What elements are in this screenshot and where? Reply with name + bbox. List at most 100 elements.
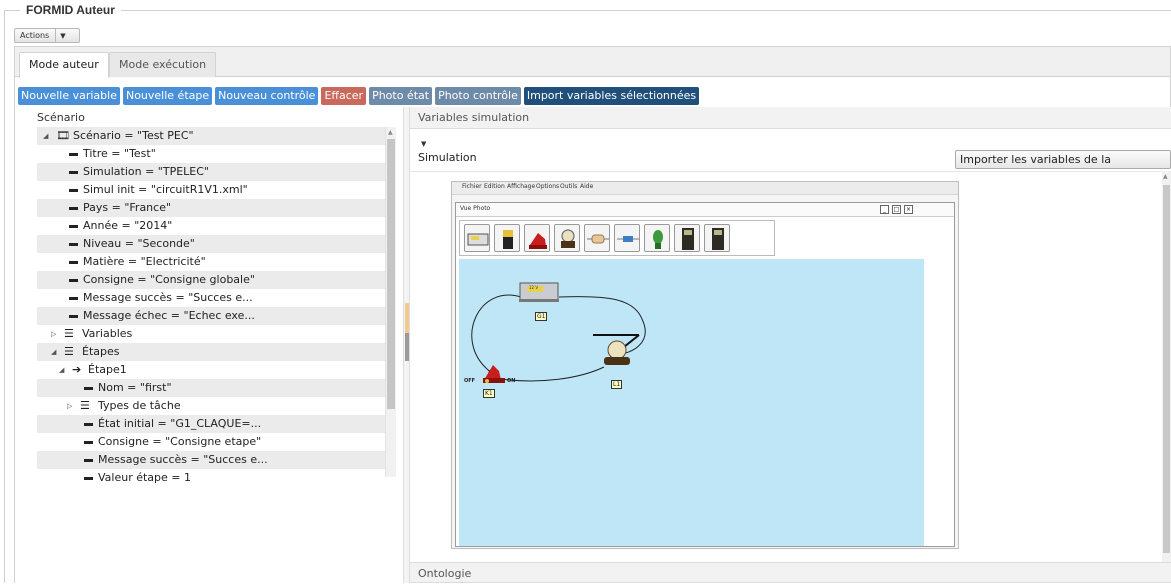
tree-node-property[interactable]: Simul init = "circuitR1V1.xml": [37, 181, 385, 199]
lamp-l1[interactable]: [601, 339, 633, 369]
tree-node-property[interactable]: Année = "2014": [37, 217, 385, 235]
property-dash-icon: [69, 297, 78, 300]
tree-node-label: Simul init = "circuitR1V1.xml": [83, 183, 248, 196]
photo-state-button[interactable]: Photo état: [369, 87, 433, 105]
generator-readout: 12 V: [529, 285, 539, 290]
tree-node-label: Étape1: [88, 363, 127, 376]
led-icon[interactable]: [644, 224, 670, 252]
tree-node-task-types[interactable]: ▷ ☰ Types de tâche: [37, 397, 385, 415]
menu-aide[interactable]: Aide: [580, 183, 593, 190]
expanded-triangle-icon[interactable]: ◢: [59, 361, 64, 379]
switch-off-label: OFF: [464, 378, 476, 384]
panel-splitter[interactable]: [403, 107, 410, 583]
lamp-icon[interactable]: [554, 224, 580, 252]
generator-g1[interactable]: 12 V: [519, 279, 559, 303]
simulation-area: Fichier Edition Affichage Options Outils…: [410, 171, 1162, 583]
property-dash-icon: [84, 387, 93, 390]
property-dash-icon: [69, 207, 78, 210]
tree-node-property[interactable]: État initial = "G1_CLAQUE=...: [37, 415, 385, 433]
collapsed-triangle-icon[interactable]: ▷: [67, 397, 72, 415]
menu-edition[interactable]: Edition: [484, 183, 505, 190]
toolbar: Nouvelle variable Nouvelle étape Nouveau…: [18, 87, 700, 105]
tree-node-label: Pays = "France": [83, 201, 172, 214]
expanded-triangle-icon[interactable]: ◢: [43, 127, 48, 145]
app-title: FORMID Auteur: [20, 3, 121, 17]
tree-node-label: Variables: [82, 327, 133, 340]
collapsed-triangle-icon[interactable]: ▷: [51, 325, 56, 343]
menu-affichage[interactable]: Affichage: [507, 183, 535, 190]
tree-node-label: Consigne = "Consigne globale": [83, 273, 255, 286]
property-dash-icon: [84, 441, 93, 444]
scroll-up-icon[interactable]: ▲: [388, 129, 393, 136]
scenario-scrollbar[interactable]: ▲: [385, 127, 396, 477]
scroll-up-icon[interactable]: ▲: [1163, 173, 1168, 180]
minimize-icon[interactable]: _: [880, 205, 889, 214]
tree-node-label: Consigne = "Consigne etape": [98, 435, 262, 448]
collapse-arrow-icon[interactable]: ▼: [421, 140, 426, 148]
menu-fichier[interactable]: Fichier: [462, 183, 482, 190]
tree-node-property[interactable]: Valeur étape = 1: [37, 469, 385, 484]
tree-node-property[interactable]: Matière = "Electricité": [37, 253, 385, 271]
delete-button[interactable]: Effacer: [321, 87, 367, 105]
actions-label: Actions: [20, 31, 50, 40]
tab-mode-execution[interactable]: Mode exécution: [109, 52, 217, 77]
multimeter-icon[interactable]: [674, 224, 700, 252]
tree-node-label: Types de tâche: [98, 399, 181, 412]
tree-node-label: Message succès = "Succes e...: [83, 291, 253, 304]
tree-node-label: Niveau = "Seconde": [83, 237, 195, 250]
tree-node-property[interactable]: Nom = "first": [37, 379, 385, 397]
new-variable-button[interactable]: Nouvelle variable: [18, 87, 120, 105]
variables-simulation-header[interactable]: Variables simulation: [410, 107, 1171, 129]
import-selected-variables-button[interactable]: Import variables sélectionnées: [523, 87, 700, 105]
tree-node-label: Message succès = "Succes e...: [98, 453, 268, 466]
splitter-grip[interactable]: [405, 333, 409, 361]
expanded-triangle-icon[interactable]: ◢: [51, 343, 56, 361]
tree-node-property[interactable]: Simulation = "TPELEC": [37, 163, 385, 181]
switch-k1[interactable]: [481, 360, 507, 384]
ontologie-header[interactable]: Ontologie: [410, 562, 1171, 583]
scrollbar-thumb[interactable]: [387, 139, 395, 409]
photo-control-button[interactable]: Photo contrôle: [435, 87, 521, 105]
tree-node-label: Valeur étape = 1: [98, 471, 192, 484]
scrollbar-thumb[interactable]: [1163, 185, 1170, 553]
battery-icon[interactable]: [494, 224, 520, 252]
tree-node-label: Message échec = "Echec exe...: [83, 309, 255, 322]
tree-node-property[interactable]: Niveau = "Seconde": [37, 235, 385, 253]
tree-node-etapes[interactable]: ◢ ☰ Étapes: [37, 343, 385, 361]
tree-node-property[interactable]: Message succès = "Succes e...: [37, 289, 385, 307]
tree-node-property[interactable]: Consigne = "Consigne globale": [37, 271, 385, 289]
generator-icon[interactable]: [464, 224, 490, 252]
label-l1: L1: [611, 380, 623, 389]
vue-photo-titlebar: Vue Photo _ □ ×: [456, 203, 954, 217]
property-dash-icon: [69, 315, 78, 318]
switch-icon[interactable]: [524, 224, 550, 252]
new-control-button[interactable]: Nouveau contrôle: [215, 87, 319, 105]
scenario-panel-title: Scénario: [37, 111, 85, 124]
tab-mode-auteur[interactable]: Mode auteur: [19, 52, 109, 78]
simulation-menubar: Fichier Edition Affichage Options Outils…: [452, 182, 958, 195]
circuit-canvas[interactable]: 12 V G1 L1 OFF ON K1: [459, 259, 924, 546]
tree-node-property[interactable]: Titre = "Test": [37, 145, 385, 163]
new-step-button[interactable]: Nouvelle étape: [122, 87, 213, 105]
resistor-icon[interactable]: [584, 224, 610, 252]
simulation-scrollbar[interactable]: ▲ ▼: [1162, 171, 1171, 583]
tree-node-scenario[interactable]: ◢ 🎞 Scénario = "Test PEC": [37, 127, 385, 145]
menu-options[interactable]: Options: [536, 183, 559, 190]
tree-node-property[interactable]: Pays = "France": [37, 199, 385, 217]
tab-strip: Mode auteur Mode exécution: [15, 47, 1170, 78]
close-icon[interactable]: ×: [904, 205, 913, 214]
maximize-icon[interactable]: □: [892, 205, 901, 214]
tree-node-property[interactable]: Consigne = "Consigne etape": [37, 433, 385, 451]
property-dash-icon: [69, 279, 78, 282]
import-simulation-variables-button[interactable]: Importer les variables de la simulation: [955, 150, 1171, 183]
tree-node-property[interactable]: Message succès = "Succes e...: [37, 451, 385, 469]
actions-menu-button[interactable]: Actions ▼: [14, 28, 80, 43]
property-dash-icon: [84, 459, 93, 462]
chevron-down-icon: ▼: [60, 31, 66, 40]
tree-node-property[interactable]: Message échec = "Echec exe...: [37, 307, 385, 325]
tree-node-variables[interactable]: ▷ ☰ Variables: [37, 325, 385, 343]
fuse-icon[interactable]: [614, 224, 640, 252]
multimeter-icon[interactable]: [704, 224, 730, 252]
tree-node-etape1[interactable]: ◢ ➔ Étape1: [37, 361, 385, 379]
menu-outils[interactable]: Outils: [560, 183, 577, 190]
